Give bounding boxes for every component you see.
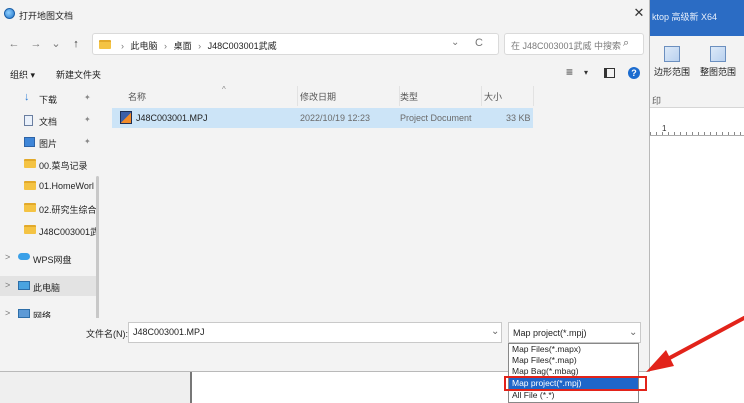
folder-icon — [99, 40, 111, 49]
search-icon[interactable]: ⌕ — [623, 37, 629, 50]
sidebar-item-folder[interactable]: 01.HomeWorl — [0, 176, 96, 196]
open-map-document-dialog: 打开地图文档 ✕ ← → ⌄ ↑ › 此电脑 › 桌面 › J48C003001… — [0, 0, 650, 372]
dialog-titlebar: 打开地图文档 ✕ — [0, 0, 650, 28]
search-input[interactable]: 在 J48C003001武威 中搜索 ⌕ — [504, 33, 644, 55]
chevron-down-icon[interactable]: ⌄ — [491, 326, 499, 337]
breadcrumb-item[interactable]: 此电脑 — [131, 41, 158, 51]
chevron-right-icon[interactable]: > — [5, 308, 10, 318]
file-modified: 2022/10/19 12:23 — [300, 113, 371, 123]
up-icon[interactable]: ↑ — [68, 36, 84, 52]
forward-icon[interactable]: → — [28, 36, 44, 52]
command-bar: 组织 ▾ 新建文件夹 ≡ ▾ ? — [0, 62, 650, 84]
search-placeholder: 在 J48C003001武威 中搜索 — [511, 41, 622, 51]
help-icon[interactable]: ? — [628, 67, 640, 79]
ribbon-group-label: 印 — [652, 96, 662, 106]
file-type-option[interactable]: All File (*.*) — [509, 390, 638, 401]
computer-icon — [18, 281, 30, 290]
file-type-option[interactable]: Map Files(*.map) — [509, 355, 638, 366]
column-header-name[interactable]: 名称 ^ — [128, 85, 298, 106]
refresh-icon[interactable]: C — [475, 37, 483, 49]
filename-label: 文件名(N): — [86, 329, 128, 339]
ribbon-button-polygon-extent[interactable]: 边形范围 — [650, 46, 694, 78]
chevron-right-icon[interactable]: > — [5, 280, 10, 290]
new-folder-button[interactable]: 新建文件夹 — [56, 68, 101, 81]
column-header-modified[interactable]: 修改日期 — [300, 86, 400, 106]
filename-input[interactable] — [133, 327, 483, 337]
file-type-dropdown-list: Map Files(*.mapx) Map Files(*.map) Map B… — [508, 343, 639, 403]
back-icon[interactable]: ← — [6, 36, 22, 52]
ruler: 1 — [650, 124, 744, 136]
column-header-type[interactable]: 类型 — [400, 86, 482, 106]
navigation-pane: ↓ 下载 ✦ 文档 ✦ 图片 ✦ 00.菜鸟记录 01.HomeWorl 02.… — [0, 86, 100, 318]
navigation-bar: ← → ⌄ ↑ › 此电脑 › 桌面 › J48C003001武威 ⌄ C 在 … — [0, 30, 650, 58]
sidebar-item-this-pc[interactable]: > 此电脑 — [0, 276, 96, 296]
dialog-title: 打开地图文档 — [19, 11, 74, 21]
file-type-select[interactable]: Map project(*.mpj) ⌄ — [508, 322, 641, 343]
file-list: 名称 ^ 修改日期 类型 大小 J48C003001.MPJ 2022/10/1… — [112, 85, 642, 318]
sidebar-item-pictures[interactable]: 图片 ✦ — [0, 132, 96, 152]
preview-pane-icon[interactable] — [604, 68, 615, 78]
filename-field[interactable]: ⌄ — [128, 322, 502, 343]
background-app-window: ktop 高级新 X64 边形范围 整图范围 印 1 — [650, 0, 744, 403]
download-icon: ↓ — [24, 91, 30, 103]
background-app-title: ktop 高级新 X64 — [650, 0, 744, 36]
chevron-right-icon[interactable]: > — [5, 252, 10, 262]
background-canvas — [650, 137, 744, 403]
breadcrumb-item[interactable]: J48C003001武威 — [208, 41, 277, 51]
folder-icon — [24, 225, 36, 234]
folder-icon — [24, 159, 36, 168]
breadcrumb: › 此电脑 › 桌面 › J48C003001武威 — [121, 41, 277, 51]
pictures-icon — [24, 137, 35, 147]
sidebar-item-downloads[interactable]: ↓ 下载 ✦ — [0, 88, 96, 108]
ruler-label: 1 — [662, 124, 667, 133]
chevron-down-icon[interactable]: ⌄ — [629, 327, 637, 338]
background-ribbon: 边形范围 整图范围 印 — [650, 36, 744, 108]
sort-ascending-icon: ^ — [222, 85, 226, 94]
map-project-file-icon — [120, 111, 132, 124]
recent-locations-icon[interactable]: ⌄ — [48, 36, 64, 52]
sidebar-item-folder[interactable]: J48C003001武 — [0, 220, 96, 240]
sidebar-item-folder[interactable]: 00.菜鸟记录 — [0, 154, 96, 174]
column-header-size[interactable]: 大小 — [484, 86, 534, 106]
sidebar-item-network[interactable]: > 网络 — [0, 304, 96, 318]
close-button[interactable]: ✕ — [630, 4, 648, 22]
file-size: 33 KB — [506, 113, 531, 123]
organize-button[interactable]: 组织 ▾ — [10, 68, 35, 81]
cloud-icon — [18, 253, 30, 260]
file-type: Project Document — [400, 113, 472, 123]
view-dropdown-icon[interactable]: ▾ — [584, 68, 588, 77]
pin-icon: ✦ — [84, 93, 91, 102]
full-extent-icon — [710, 46, 726, 62]
sidebar-item-folder[interactable]: 02.研究生综合 — [0, 198, 96, 218]
ribbon-button-full-extent[interactable]: 整图范围 — [696, 46, 740, 78]
document-icon — [24, 115, 33, 126]
app-globe-icon — [4, 8, 15, 19]
polygon-extent-icon — [664, 46, 680, 62]
table-row[interactable]: J48C003001.MPJ 2022/10/19 12:23 Project … — [112, 108, 533, 128]
pin-icon: ✦ — [84, 115, 91, 124]
address-bar[interactable]: › 此电脑 › 桌面 › J48C003001武威 ⌄ C — [92, 33, 499, 55]
view-options-icon[interactable]: ≡ — [566, 65, 573, 79]
pin-icon: ✦ — [84, 137, 91, 146]
sidebar-item-documents[interactable]: 文档 ✦ — [0, 110, 96, 130]
annotation-highlight-box — [504, 376, 647, 391]
file-type-selected: Map project(*.mpj) — [513, 328, 587, 338]
file-type-option[interactable]: Map Files(*.mapx) — [509, 344, 638, 355]
file-name: J48C003001.MPJ — [136, 113, 208, 123]
breadcrumb-item[interactable]: 桌面 — [174, 41, 192, 51]
network-icon — [18, 309, 30, 318]
sidebar-scrollbar[interactable] — [96, 176, 99, 318]
chevron-down-icon[interactable]: ⌄ — [451, 37, 459, 48]
folder-icon — [24, 203, 36, 212]
folder-icon — [24, 181, 36, 190]
sidebar-item-wps-cloud[interactable]: > WPS网盘 — [0, 248, 96, 268]
